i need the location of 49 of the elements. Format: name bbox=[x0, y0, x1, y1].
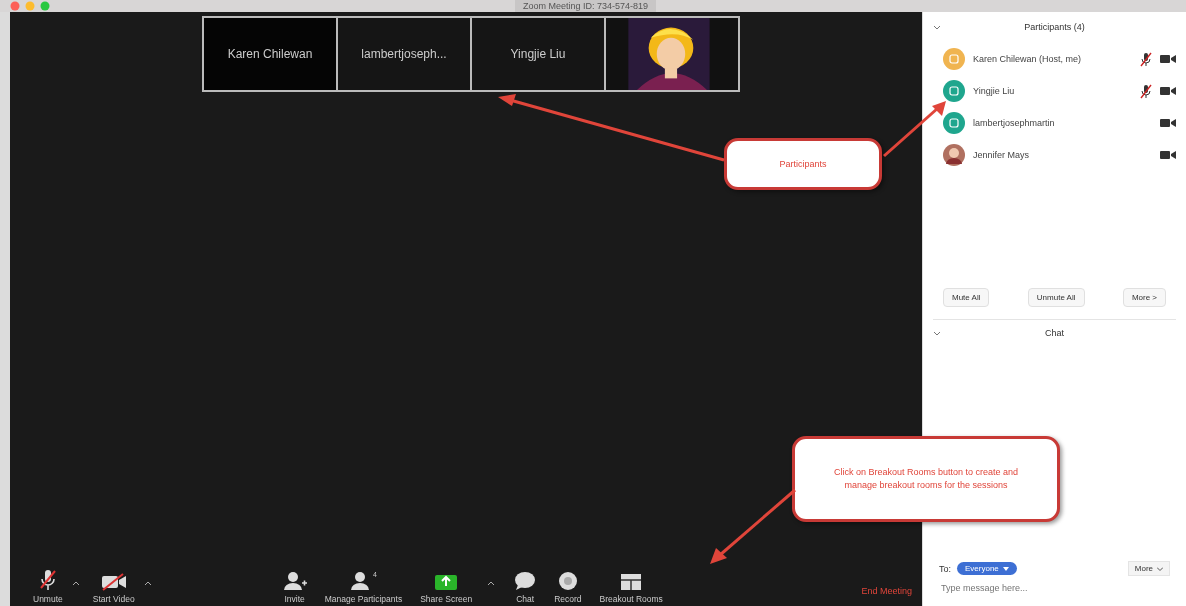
chat-bubble-icon bbox=[514, 571, 537, 591]
panel-title: Chat bbox=[1045, 328, 1064, 338]
participant-row[interactable]: Karen Chilewan (Host, me) bbox=[943, 48, 1176, 70]
panel-button[interactable]: More > bbox=[1122, 288, 1166, 307]
recipient-dropdown[interactable]: Everyone bbox=[957, 562, 1017, 575]
panel-button[interactable]: Unmute All bbox=[1027, 288, 1085, 307]
toolbar-button[interactable]: Invite bbox=[277, 571, 312, 604]
add-person-icon bbox=[282, 571, 307, 591]
participant-row[interactable]: Yingjie Liu bbox=[943, 80, 1176, 102]
collapse-icon[interactable] bbox=[933, 330, 941, 336]
grid-icon bbox=[620, 573, 643, 591]
caret-icon[interactable] bbox=[487, 581, 496, 586]
participant-name: lambertjosephmartin bbox=[973, 118, 1056, 128]
participant-name: Yingjie Liu bbox=[973, 86, 1016, 96]
collapse-icon[interactable] bbox=[933, 24, 941, 30]
arrow bbox=[883, 101, 946, 158]
video-off-icon bbox=[1160, 117, 1176, 129]
end-meeting-button[interactable]: End Meeting bbox=[859, 586, 914, 604]
video-off-icon bbox=[100, 573, 127, 591]
toolbar-button[interactable]: Start Video bbox=[87, 573, 140, 604]
video-off-icon bbox=[1160, 149, 1176, 161]
panel-button[interactable]: Mute All bbox=[943, 288, 990, 307]
caret-icon bbox=[1002, 566, 1009, 571]
participant-name: Jennifer Mays bbox=[973, 150, 1031, 160]
toolbar-button[interactable]: Share Screen bbox=[415, 571, 478, 604]
participant-row[interactable]: Jennifer Mays bbox=[943, 144, 1176, 166]
more-button[interactable]: More bbox=[1127, 561, 1170, 576]
video-tile[interactable]: Karen Chilewan bbox=[204, 18, 336, 90]
toolbar-button[interactable]: Chat bbox=[509, 571, 542, 604]
toolbar-button[interactable]: Breakout Rooms bbox=[594, 573, 668, 604]
to-label: To: bbox=[939, 563, 951, 574]
panel-title: Participants (4) bbox=[1024, 22, 1085, 32]
callout: Click on Breakout Rooms button to create and manage breakout rooms for the sessions bbox=[792, 436, 1060, 522]
video-off-icon bbox=[1160, 85, 1176, 97]
caret-icon[interactable] bbox=[71, 581, 80, 586]
caret-icon bbox=[1157, 566, 1163, 571]
participant-name: Karen Chilewan (Host, me) bbox=[973, 54, 1083, 64]
callout: Participants bbox=[724, 138, 882, 190]
toolbar-button[interactable]: Record bbox=[549, 571, 587, 604]
participant-row[interactable]: lambertjosephmartin bbox=[943, 112, 1176, 134]
caret-icon[interactable] bbox=[143, 581, 152, 586]
people-icon bbox=[349, 571, 372, 591]
toolbar-button[interactable]: Unmute bbox=[28, 569, 68, 604]
video-tile[interactable]: lambertjoseph... bbox=[338, 18, 470, 90]
video-off-icon bbox=[1160, 53, 1176, 65]
record-icon bbox=[557, 571, 578, 591]
window-title: Zoom Meeting ID: 734-574-819 bbox=[515, 0, 657, 12]
video-tile[interactable]: Yingjie Liu bbox=[472, 18, 604, 90]
muted-mic-icon bbox=[39, 569, 56, 591]
